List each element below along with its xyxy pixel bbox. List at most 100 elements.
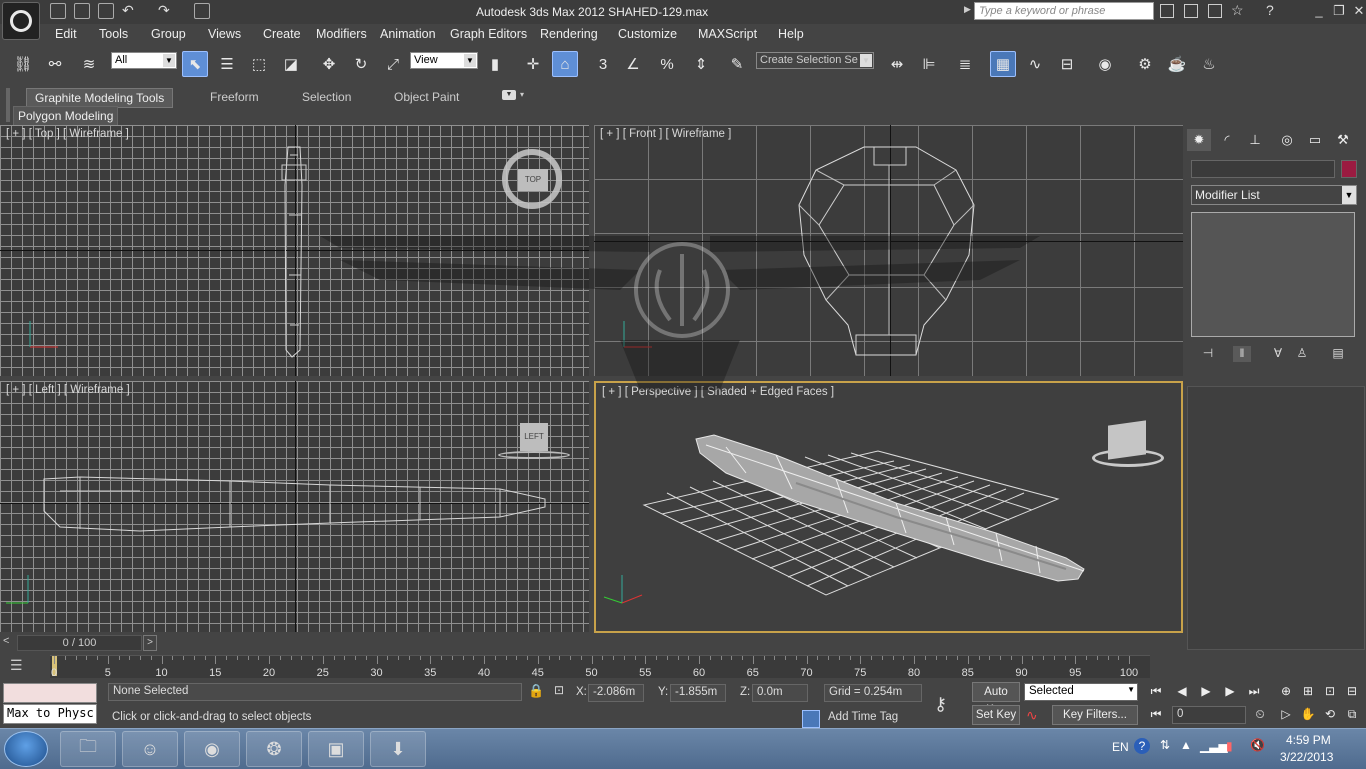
viewport-perspective[interactable]: [ + ] [ Perspective ] [ Shaded + Edged F… bbox=[594, 381, 1183, 633]
key-curve-icon[interactable]: ∿ bbox=[1026, 707, 1038, 724]
selection-lock-icon[interactable]: 🔒 bbox=[528, 683, 544, 699]
maxscript-mini-input[interactable]: Max to Physc: bbox=[3, 704, 97, 724]
zoom-all-icon[interactable]: ⊞ bbox=[1298, 682, 1318, 700]
track-bar[interactable]: ☰ 0 5 10 15 20 25 30 35 40 45 50 55 60 65 70 75 80 85 90 95… bbox=[0, 652, 1183, 680]
keyboard-shortcut-override-icon[interactable]: ⌂ bbox=[552, 51, 578, 77]
explorer-taskbar-icon[interactable]: 🗀 bbox=[60, 731, 116, 767]
download-manager-taskbar-icon[interactable]: ⬇ bbox=[370, 731, 426, 767]
viewcube-top[interactable]: TOP bbox=[518, 169, 548, 191]
orbit-icon[interactable]: ⟲ bbox=[1320, 705, 1340, 723]
close-button[interactable]: ✕ bbox=[1350, 3, 1366, 19]
graphite-toggle-icon[interactable]: ▦ bbox=[990, 51, 1016, 77]
motion-tab-icon[interactable]: ◎ bbox=[1275, 129, 1299, 151]
layer-manager-icon[interactable]: ≣ bbox=[952, 51, 978, 77]
menu-tools[interactable]: Tools bbox=[99, 27, 128, 41]
show-hidden-icons-icon[interactable]: ▲ bbox=[1180, 738, 1192, 752]
selection-filter-dropdown[interactable]: All ▼ bbox=[111, 52, 177, 69]
chrome-taskbar-icon[interactable]: ◉ bbox=[184, 731, 240, 767]
undo-icon[interactable]: ↶ bbox=[122, 2, 134, 19]
tab-object-paint[interactable]: Object Paint bbox=[386, 88, 467, 106]
spinner-snap-icon[interactable]: ⇕ bbox=[688, 51, 714, 77]
binoculars-icon[interactable] bbox=[1160, 4, 1174, 18]
select-and-rotate-icon[interactable]: ↻ bbox=[348, 51, 374, 77]
select-and-manipulate-icon[interactable]: ✛ bbox=[520, 51, 546, 77]
maximize-button[interactable]: ❐ bbox=[1330, 3, 1348, 19]
x-coord-field[interactable]: -2.086m bbox=[588, 684, 644, 702]
angle-snap-icon[interactable]: ∠ bbox=[620, 51, 646, 77]
network-tray-icon[interactable]: ⇅ bbox=[1160, 738, 1170, 752]
select-object-icon[interactable]: ⬉ bbox=[182, 51, 208, 77]
pan-view-icon[interactable]: ✋ bbox=[1298, 705, 1318, 723]
reference-coordinate-dropdown[interactable]: View ▼ bbox=[410, 52, 478, 69]
snaps-toggle-icon[interactable]: 3 bbox=[590, 51, 616, 77]
yahoo-messenger-taskbar-icon[interactable]: ☺ bbox=[122, 731, 178, 767]
slider-prev-icon[interactable]: < bbox=[3, 635, 9, 647]
viewcube-perspective[interactable] bbox=[1108, 420, 1146, 460]
help-icon[interactable]: ? bbox=[1266, 2, 1274, 18]
volume-tray-icon[interactable]: 🔇 bbox=[1250, 738, 1265, 752]
named-selection-dropdown[interactable]: Create Selection Se ▼ bbox=[756, 52, 874, 69]
modifier-stack[interactable] bbox=[1191, 212, 1355, 337]
maxscript-listener-mini[interactable] bbox=[3, 683, 97, 703]
viewport-perspective-label[interactable]: [ + ] [ Perspective ] [ Shaded + Edged F… bbox=[602, 386, 834, 398]
menu-animation[interactable]: Animation bbox=[380, 27, 436, 41]
tab-freeform[interactable]: Freeform bbox=[202, 88, 267, 106]
menu-views[interactable]: Views bbox=[208, 27, 241, 41]
viewport-front-label[interactable]: [ + ] [ Front ] [ Wireframe ] bbox=[600, 128, 731, 140]
viewport-top-label[interactable]: [ + ] [ Top ] [ Wireframe ] bbox=[6, 128, 129, 140]
subscription-icon[interactable] bbox=[1184, 4, 1198, 18]
menu-rendering[interactable]: Rendering bbox=[540, 27, 598, 41]
z-coord-field[interactable]: 0.0m bbox=[752, 684, 808, 702]
open-file-icon[interactable] bbox=[74, 3, 90, 19]
select-and-scale-icon[interactable]: ⤢ bbox=[380, 51, 406, 77]
viewcube-left[interactable]: LEFT bbox=[520, 423, 548, 451]
percent-snap-icon[interactable]: % bbox=[654, 51, 680, 77]
menu-group[interactable]: Group bbox=[151, 27, 186, 41]
material-editor-icon[interactable]: ◉ bbox=[1092, 51, 1118, 77]
tab-graphite-modeling-tools[interactable]: Graphite Modeling Tools bbox=[26, 88, 174, 108]
clock-date[interactable]: 3/22/2013 bbox=[1280, 750, 1333, 764]
rendered-frame-window-icon[interactable]: ☕ bbox=[1164, 51, 1190, 77]
panel-polygon-modeling[interactable]: Polygon Modeling bbox=[13, 106, 119, 126]
auto-key-button[interactable]: Auto Key bbox=[972, 682, 1020, 716]
ribbon-minimize-icon[interactable]: ▾ bbox=[520, 90, 524, 99]
select-and-link-icon[interactable]: ⛓ bbox=[10, 51, 36, 77]
time-slider-thumb[interactable]: 0 / 100 bbox=[17, 635, 142, 651]
select-and-move-icon[interactable]: ✥ bbox=[316, 51, 342, 77]
3dsmax-taskbar-icon[interactable]: ❂ bbox=[246, 731, 302, 767]
track-bar-ruler[interactable]: 0 5 10 15 20 25 30 35 40 45 50 55 60 65 70 75 80 85 90 95 10… bbox=[50, 655, 1150, 679]
menu-graph-editors[interactable]: Graph Editors bbox=[450, 27, 527, 41]
absolute-mode-icon[interactable]: ⊡ bbox=[554, 683, 564, 697]
previous-frame-icon[interactable]: ◀ bbox=[1172, 682, 1192, 700]
key-mode-dropdown[interactable]: Selected ▼ bbox=[1024, 683, 1138, 701]
menu-help[interactable]: Help bbox=[778, 27, 804, 41]
viewport-left-label[interactable]: [ + ] [ Left ] [ Wireframe ] bbox=[6, 384, 130, 396]
next-frame-icon[interactable]: ▶ bbox=[1220, 682, 1240, 700]
show-end-result-icon[interactable]: ‖ bbox=[1233, 346, 1251, 362]
key-mode-toggle-icon[interactable]: ⏮ bbox=[1146, 705, 1166, 723]
zoom-icon[interactable]: ⊕ bbox=[1276, 682, 1296, 700]
time-configuration-icon[interactable]: ⏲ bbox=[1250, 705, 1270, 723]
window-crossing-icon[interactable]: ◪ bbox=[278, 51, 304, 77]
ribbon-grip[interactable] bbox=[6, 88, 10, 122]
new-file-icon[interactable] bbox=[50, 3, 66, 19]
start-button[interactable] bbox=[4, 731, 48, 767]
minimize-button[interactable]: _ bbox=[1310, 3, 1328, 19]
menu-create[interactable]: Create bbox=[263, 27, 301, 41]
project-folder-icon[interactable] bbox=[194, 3, 210, 19]
key-filters-button[interactable]: Key Filters... bbox=[1052, 705, 1138, 725]
hierarchy-tab-icon[interactable]: ⊥ bbox=[1243, 129, 1267, 151]
create-tab-icon[interactable]: ✹ bbox=[1187, 129, 1211, 151]
maximize-viewport-icon[interactable]: ⧉ bbox=[1342, 705, 1362, 723]
time-tag-icon[interactable] bbox=[802, 710, 820, 728]
pivot-center-icon[interactable]: ▮ bbox=[482, 51, 508, 77]
redo-icon[interactable]: ↷ bbox=[158, 2, 170, 19]
edit-named-selection-icon[interactable]: ✎ bbox=[724, 51, 750, 77]
render-production-icon[interactable]: ♨ bbox=[1196, 51, 1222, 77]
mini-curve-editor-icon[interactable]: ☰ bbox=[10, 657, 32, 675]
mirror-icon[interactable]: ⇹ bbox=[884, 51, 910, 77]
power-tray-icon[interactable]: ▮ bbox=[1226, 739, 1233, 753]
zoom-extents-icon[interactable]: ⊡ bbox=[1320, 682, 1340, 700]
select-by-name-icon[interactable]: ☰ bbox=[214, 51, 240, 77]
go-to-start-icon[interactable]: ⏮ bbox=[1146, 682, 1166, 700]
